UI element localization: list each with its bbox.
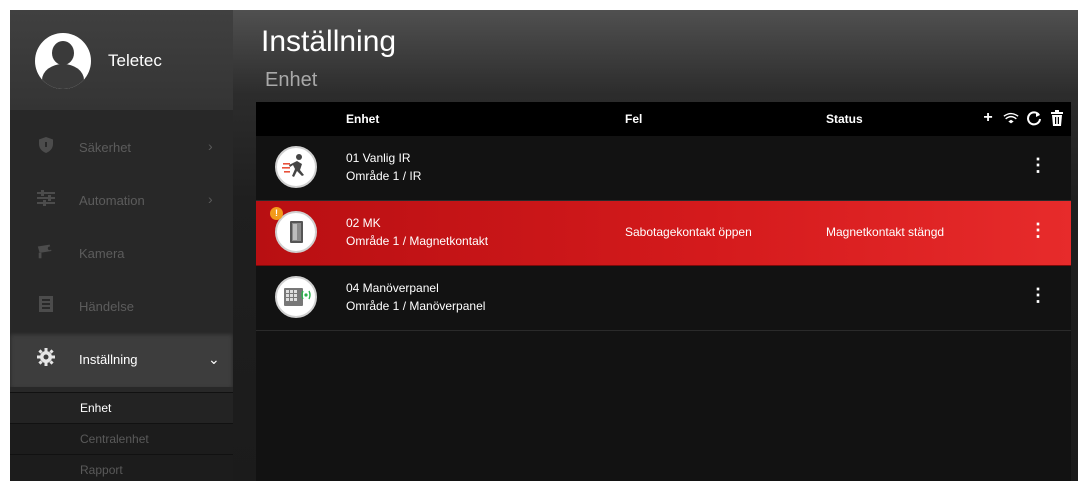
column-header-device[interactable]: Enhet (346, 112, 379, 126)
sidebar-item-kamera[interactable]: Kamera (10, 226, 233, 279)
sidebar-item-label: Inställning (79, 352, 138, 367)
device-name: 01 Vanlig IR (346, 151, 411, 165)
table-row[interactable]: 01 Vanlig IR Område 1 / IR ⋮ (256, 136, 1071, 201)
wifi-eye-icon[interactable] (1003, 107, 1019, 129)
sidebar-nav: Säkerhet › Automation › Kamera Händelse … (10, 120, 233, 387)
main-content: Inställning Enhet Enhet Fel Status + 01 … (233, 10, 1078, 481)
chevron-down-icon: ⌄ (208, 351, 220, 367)
subnav-item-label: Centralenhet (80, 432, 149, 446)
plus-icon[interactable]: + (980, 107, 996, 129)
device-table: Enhet Fel Status + 01 Vanlig IR Område 1… (256, 102, 1071, 481)
device-fault: Sabotagekontakt öppen (625, 225, 752, 239)
device-name: 04 Manöverpanel (346, 281, 439, 295)
chevron-right-icon: › (208, 191, 213, 207)
motion-sensor-icon (275, 146, 317, 188)
sidebar-item-label: Kamera (79, 246, 125, 261)
sidebar-item-label: Automation (79, 193, 145, 208)
table-toolbar: + (980, 107, 1065, 129)
avatar-head (52, 41, 74, 65)
device-area: Område 1 / Manöverpanel (346, 299, 486, 313)
sidebar-item-label: Händelse (79, 299, 134, 314)
shield-icon (36, 135, 56, 155)
sidebar-item-automation[interactable]: Automation › (10, 173, 233, 226)
table-header: Enhet Fel Status + (256, 102, 1071, 136)
more-options-icon[interactable]: ⋮ (1028, 220, 1048, 241)
keypad-icon (275, 276, 317, 318)
device-status: Magnetkontakt stängd (826, 225, 945, 239)
table-row[interactable]: ! 02 MK Område 1 / Magnetkontakt Sabotag… (256, 201, 1071, 266)
list-icon (36, 294, 56, 314)
subnav-item-centralenhet[interactable]: Centralenhet (10, 423, 233, 454)
sidebar-item-sakerhet[interactable]: Säkerhet › (10, 120, 233, 173)
avatar-body (42, 64, 84, 89)
avatar[interactable] (35, 33, 91, 89)
more-options-icon[interactable]: ⋮ (1028, 285, 1048, 306)
subnav-item-rapport[interactable]: Rapport (10, 454, 233, 481)
column-header-status[interactable]: Status (826, 112, 863, 126)
column-header-fault[interactable]: Fel (625, 112, 642, 126)
sidebar: Teletec Säkerhet › Automation › Kamera H… (10, 10, 233, 481)
sliders-icon (36, 188, 56, 208)
chevron-right-icon: › (208, 138, 213, 154)
sidebar-item-handelse[interactable]: Händelse (10, 279, 233, 332)
more-options-icon[interactable]: ⋮ (1028, 155, 1048, 176)
sidebar-item-label: Säkerhet (79, 140, 132, 155)
table-row[interactable]: 04 Manöverpanel Område 1 / Manöverpanel … (256, 266, 1071, 331)
sidebar-subnav: Enhet Centralenhet Rapport (10, 392, 233, 481)
page-title: Inställning (261, 25, 397, 58)
profile-area[interactable]: Teletec (10, 10, 233, 110)
page-subtitle: Enhet (265, 69, 318, 91)
profile-name: Teletec (108, 51, 162, 70)
device-name: 02 MK (346, 216, 381, 230)
sidebar-item-installning[interactable]: Inställning ⌄ (10, 332, 233, 387)
trash-icon[interactable] (1049, 107, 1065, 129)
device-area: Område 1 / Magnetkontakt (346, 234, 489, 248)
warning-badge: ! (270, 207, 283, 220)
device-area: Område 1 / IR (346, 169, 422, 183)
camera-icon (36, 241, 56, 261)
subnav-item-label: Rapport (80, 463, 123, 477)
subnav-item-enhet[interactable]: Enhet (10, 392, 233, 423)
subnav-item-label: Enhet (80, 401, 112, 415)
refresh-icon[interactable] (1026, 107, 1042, 129)
gear-icon (36, 347, 56, 367)
app-window: Teletec Säkerhet › Automation › Kamera H… (10, 10, 1078, 481)
